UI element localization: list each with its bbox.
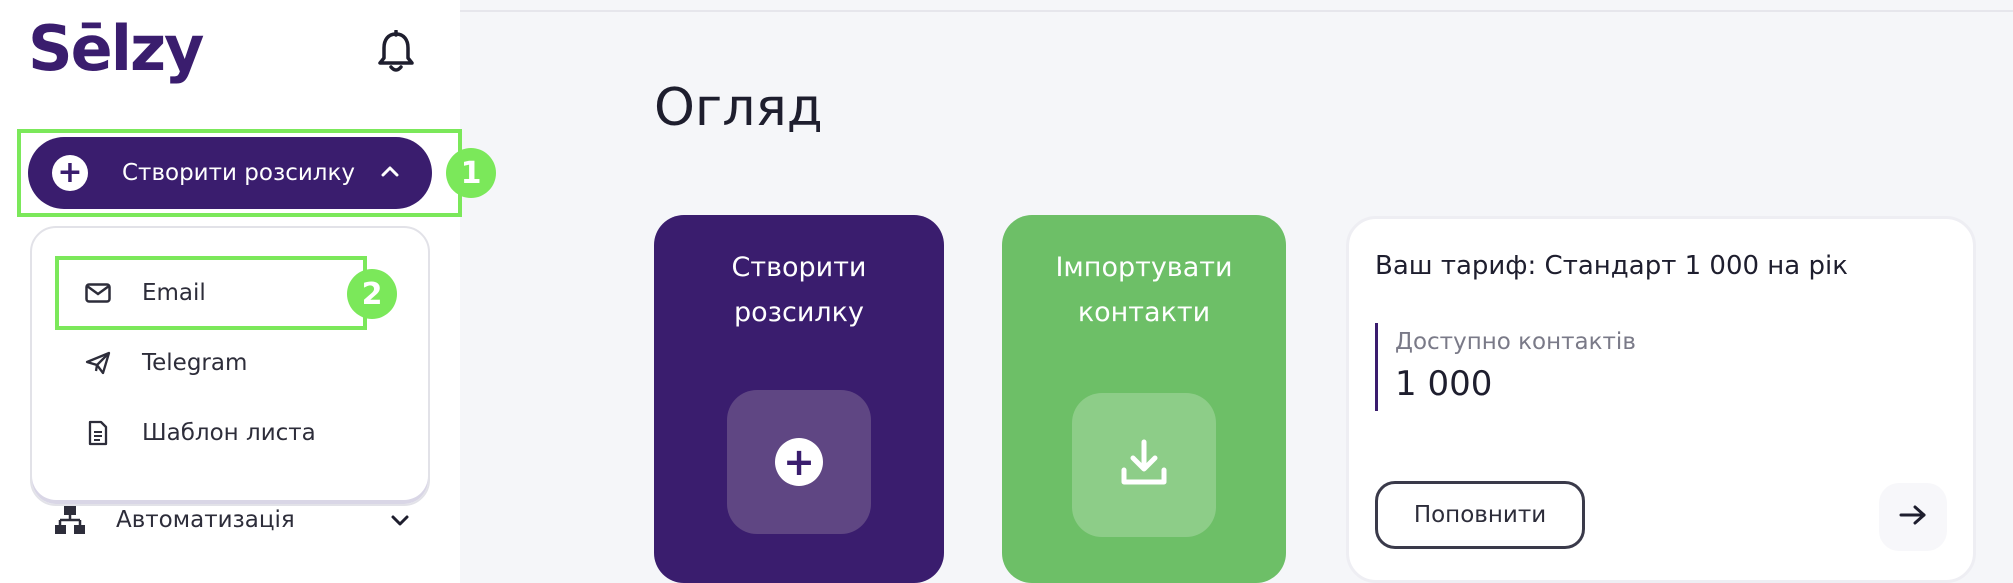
- card-icon-box: +: [727, 390, 871, 534]
- create-mailing-card[interactable]: Створити розсилку +: [654, 215, 944, 583]
- document-icon: [84, 419, 112, 447]
- dropdown-item-template[interactable]: Шаблон листа: [84, 413, 316, 453]
- step-badge-1: 1: [446, 148, 496, 198]
- dropdown-item-label: Шаблон листа: [142, 420, 316, 446]
- topup-button[interactable]: Поповнити: [1375, 481, 1585, 549]
- bell-icon[interactable]: [376, 29, 416, 74]
- card-icon-box: [1072, 393, 1216, 537]
- download-icon: [1119, 438, 1169, 492]
- sidebar-item-automation[interactable]: Автоматизація: [54, 500, 295, 540]
- plus-icon: +: [775, 438, 823, 486]
- arrow-right-button[interactable]: [1879, 483, 1947, 551]
- dropdown-item-telegram[interactable]: Telegram: [84, 343, 247, 383]
- top-divider: [460, 10, 2013, 12]
- tariff-title: Ваш тариф: Стандарт 1 000 на рік: [1375, 251, 1848, 281]
- card-title: Створити розсилку: [731, 252, 867, 328]
- logo[interactable]: Sēlzy: [28, 14, 204, 84]
- card-title: Імпортувати контакти: [1055, 252, 1233, 328]
- sidebar: Sēlzy + Створити розсилку 1 Email 2 Tele…: [0, 0, 496, 583]
- arrow-right-icon: [1899, 504, 1927, 530]
- chevron-down-icon[interactable]: [388, 508, 412, 532]
- step-badge-2: 2: [347, 269, 397, 319]
- highlight-step-2: [55, 256, 367, 330]
- highlight-step-1: [17, 129, 462, 217]
- hierarchy-icon: [54, 504, 86, 536]
- sidebar-item-automation-label: Автоматизація: [116, 507, 295, 533]
- paper-plane-icon: [84, 349, 112, 377]
- dropdown-item-label: Telegram: [142, 350, 248, 376]
- contacts-available-value: 1 000: [1395, 364, 1493, 404]
- import-contacts-card[interactable]: Імпортувати контакти: [1002, 215, 1286, 583]
- page-title: Огляд: [654, 78, 823, 138]
- tariff-card: Ваш тариф: Стандарт 1 000 на рік Доступн…: [1346, 216, 1976, 583]
- contacts-available-label: Доступно контактів: [1395, 329, 1636, 355]
- tariff-accent-bar: [1375, 323, 1378, 411]
